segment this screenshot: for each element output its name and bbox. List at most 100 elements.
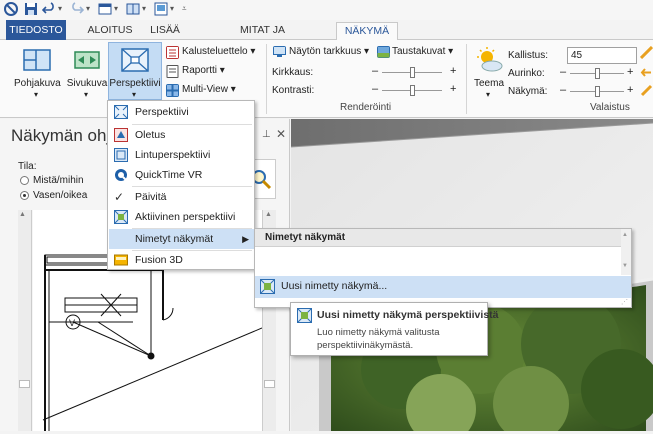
elevation-view-button[interactable]: Sivukuva bbox=[64, 78, 110, 89]
window-icon[interactable] bbox=[98, 2, 112, 16]
submenu-arrow-icon: ▶ bbox=[242, 234, 249, 244]
tooltip-body-line1: Luo nimetty näkymä valitusta bbox=[317, 327, 440, 338]
tab-view[interactable]: NÄKYMÄ bbox=[336, 22, 398, 41]
tab-home[interactable]: ALOITUS bbox=[80, 22, 140, 40]
submenu-scrollbar[interactable]: ▲ ▼ bbox=[621, 229, 631, 275]
tilt-label: Kallistus: bbox=[508, 50, 549, 61]
light-bulb-icon[interactable] bbox=[640, 84, 653, 97]
view-light-increase[interactable]: + bbox=[627, 84, 633, 96]
ribbon: Pohjakuva ▾ Sivukuva ▾ Perspektiivi ▾ Ka… bbox=[0, 40, 653, 118]
chevron-down-icon[interactable]: ▾ bbox=[142, 4, 146, 13]
sun-label: Aurinko: bbox=[508, 68, 545, 79]
menu-item-default[interactable]: Oletus bbox=[109, 125, 255, 145]
plan-view-button[interactable]: Pohjakuva bbox=[14, 78, 61, 89]
birds-eye-icon bbox=[114, 148, 128, 162]
chevron-down-icon[interactable]: ▾ bbox=[58, 4, 62, 13]
display-quality-icon bbox=[273, 46, 286, 57]
brightness-slider[interactable] bbox=[382, 67, 442, 78]
tab-dimensions[interactable]: MITAT JA HUOMAUTUKSET bbox=[195, 22, 330, 53]
report-button[interactable]: Raportti ▾ bbox=[182, 65, 225, 76]
view-light-slider[interactable] bbox=[570, 86, 624, 97]
active-perspective-icon bbox=[114, 210, 128, 224]
new-named-view-item[interactable]: Uusi nimetty näkymä... bbox=[255, 276, 631, 298]
mode-label: Tila: bbox=[18, 161, 37, 172]
quick-access-toolbar: ▾ ▾ ▾ ▾ ▾ ⩡ bbox=[0, 0, 653, 20]
chevron-down-icon[interactable]: ▾ bbox=[84, 90, 88, 99]
layout-icon[interactable] bbox=[126, 2, 140, 16]
tooltip: Uusi nimetty näkymä perspektiivistä Luo … bbox=[290, 302, 499, 356]
tooltip-title: Uusi nimetty näkymä perspektiivistä bbox=[317, 309, 499, 321]
svg-text:V: V bbox=[69, 318, 75, 328]
brightness-label: Kirkkaus: bbox=[272, 67, 314, 78]
save-icon[interactable] bbox=[24, 2, 38, 16]
brightness-increase[interactable]: + bbox=[450, 65, 456, 77]
sun-tilt-icon[interactable] bbox=[640, 46, 653, 59]
view-light-decrease[interactable]: – bbox=[560, 84, 566, 96]
sun-decrease[interactable]: – bbox=[560, 66, 566, 78]
display-quality-dropdown[interactable]: Näytön tarkkuus ▾ bbox=[289, 46, 369, 57]
perspective-icon bbox=[121, 48, 149, 72]
background-dropdown[interactable]: Taustakuvat ▾ bbox=[392, 46, 453, 57]
chevron-down-icon[interactable]: ▾ bbox=[114, 4, 118, 13]
elevation-icon bbox=[74, 51, 100, 69]
chevron-down-icon[interactable]: ▾ bbox=[34, 90, 38, 99]
brightness-decrease[interactable]: – bbox=[372, 65, 378, 77]
menu-item-quicktime[interactable]: QuickTime VR bbox=[109, 165, 255, 185]
resize-grip-icon[interactable]: ⋰ bbox=[621, 298, 628, 306]
app-logo-icon[interactable] bbox=[4, 2, 18, 16]
furniture-list-button[interactable]: Kalusteluettelo ▾ bbox=[182, 46, 255, 57]
sun-direction-icon[interactable] bbox=[640, 66, 653, 79]
multiview-button[interactable]: Multi-View ▾ bbox=[182, 84, 236, 95]
tab-file[interactable]: TIEDOSTO bbox=[6, 20, 66, 40]
pin-icon[interactable]: ⊥ bbox=[262, 129, 271, 140]
new-view-icon bbox=[260, 279, 275, 294]
furniture-list-icon bbox=[166, 46, 179, 59]
menu-item-active-perspective[interactable]: Aktiivinen perspektiivi bbox=[109, 207, 255, 227]
view-window-icon[interactable] bbox=[154, 2, 168, 16]
quicktime-icon bbox=[115, 169, 127, 181]
tab-insert[interactable]: LISÄÄ bbox=[145, 22, 185, 40]
floor-plan-icon bbox=[23, 49, 51, 71]
named-views-submenu: Nimetyt näkymät ▲ ▼ Uusi nimetty näkymä.… bbox=[254, 228, 632, 308]
radio-left-right[interactable] bbox=[20, 191, 29, 200]
sun-increase[interactable]: + bbox=[627, 66, 633, 78]
chevron-down-icon[interactable]: ▾ bbox=[170, 4, 174, 13]
contrast-slider[interactable] bbox=[382, 85, 442, 96]
close-icon[interactable]: ✕ bbox=[276, 127, 286, 141]
perspective-menu: Perspektiivi Oletus Lintuperspektiivi Qu… bbox=[107, 100, 255, 270]
lighting-group-title: Valaistus bbox=[590, 102, 630, 113]
theme-button[interactable]: Teema bbox=[470, 78, 508, 89]
undo-icon[interactable] bbox=[42, 2, 56, 16]
menu-item-update[interactable]: ✓ Päivitä bbox=[109, 187, 255, 207]
theme-sun-cloud-icon bbox=[477, 47, 503, 72]
plan-vertical-scrollbar-left[interactable]: ▲ bbox=[18, 210, 32, 431]
group-separator bbox=[266, 44, 267, 114]
group-separator bbox=[466, 44, 467, 114]
tooltip-body-line2: perspektiivinäkymästä. bbox=[317, 340, 414, 351]
ribbon-tab-bar: TIEDOSTO ALOITUS LISÄÄ MITAT JA HUOMAUTU… bbox=[0, 20, 653, 53]
contrast-label: Kontrasti: bbox=[272, 85, 315, 96]
report-icon bbox=[166, 65, 179, 78]
multiview-icon bbox=[166, 84, 179, 97]
radio-left-right-label: Vasen/oikea bbox=[33, 190, 88, 201]
sun-slider[interactable] bbox=[570, 68, 624, 79]
fusion-3d-icon bbox=[114, 254, 128, 266]
tilt-input[interactable]: 45 bbox=[567, 47, 637, 64]
contrast-increase[interactable]: + bbox=[450, 83, 456, 95]
contrast-decrease[interactable]: – bbox=[372, 83, 378, 95]
submenu-header: Nimetyt näkymät bbox=[255, 229, 631, 247]
chevron-down-icon[interactable]: ▾ bbox=[486, 90, 490, 99]
panel-title: Näkymän ohj bbox=[11, 126, 111, 145]
menu-item-perspective[interactable]: Perspektiivi bbox=[109, 102, 255, 122]
radio-up-down[interactable] bbox=[20, 176, 29, 185]
perspective-icon bbox=[114, 105, 128, 119]
checkmark-icon: ✓ bbox=[114, 190, 125, 204]
chevron-down-icon[interactable]: ▾ bbox=[86, 4, 90, 13]
menu-item-fusion-3d[interactable]: Fusion 3D bbox=[109, 250, 255, 270]
redo-icon[interactable] bbox=[70, 2, 84, 16]
new-view-icon bbox=[297, 308, 312, 323]
menu-item-birds-eye[interactable]: Lintuperspektiivi bbox=[109, 145, 255, 165]
customize-toolbar-icon[interactable]: ⩡ bbox=[182, 4, 187, 14]
menu-item-named-views[interactable]: Nimetyt näkymät ▶ bbox=[109, 229, 255, 249]
render-group-title: Renderöinti bbox=[340, 102, 392, 113]
